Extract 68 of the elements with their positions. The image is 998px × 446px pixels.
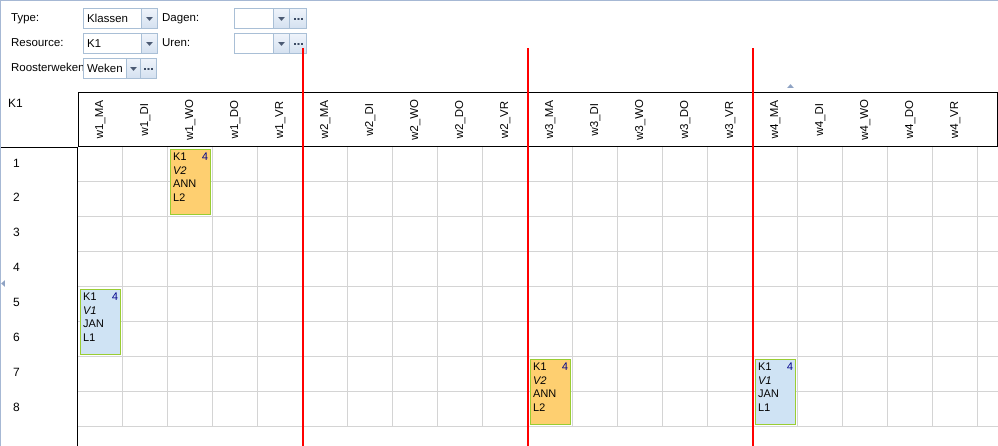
splitter-arrow-icon[interactable] [787, 84, 794, 88]
teacher-code: JAN [83, 318, 105, 332]
period-label: 6 [13, 330, 20, 344]
column-header: w2_MA [318, 100, 332, 139]
field-label: Resource: [10, 36, 64, 51]
class-name: K1 [83, 291, 96, 304]
lesson-block[interactable]: K1 4 V1 JAN L1 [80, 289, 121, 355]
room-code: L1 [758, 402, 772, 415]
column-header: w3_MA [542, 100, 557, 139]
column-header: w2_DI [362, 103, 377, 136]
column-header: w3_VR [722, 100, 737, 138]
column-header: w3_DI [588, 103, 602, 136]
ellipsis-icon[interactable] [289, 9, 306, 28]
student-count: 4 [786, 361, 793, 374]
column-header: w4_WO [858, 99, 872, 140]
dropdown-field[interactable]: K1 [83, 33, 158, 54]
lesson-block[interactable]: K1 4 V1 JAN L1 [755, 359, 796, 425]
column-header: w3_DO [678, 100, 692, 139]
column-header: w4_DI [812, 103, 827, 136]
subject-code: V1 [83, 304, 98, 318]
subject-code: V2 [173, 164, 188, 178]
column-header: w1_DI [138, 103, 152, 136]
student-count: 4 [202, 151, 208, 164]
column-header: w2_VR [498, 100, 512, 138]
period-label: 3 [13, 225, 20, 239]
room-code: L2 [533, 402, 546, 415]
period-label: 1 [13, 156, 20, 170]
class-name: K1 [758, 361, 772, 374]
field-label: Type: [10, 10, 40, 26]
column-header: w4_VR [948, 100, 962, 138]
splitter-arrow-icon[interactable] [1, 280, 5, 287]
column-header: w1_VR [272, 100, 287, 138]
lesson-block[interactable]: K1 4 V2 ANN L2 [170, 149, 211, 215]
period-label: 7 [13, 365, 20, 379]
column-header: w2_WO [408, 99, 422, 140]
column-header: w4_DO [902, 100, 917, 139]
column-header: w1_MA [92, 100, 107, 139]
resource-label: K1 [7, 95, 24, 112]
field-label: Dagen: [161, 10, 200, 26]
field-label: Roosterweken [10, 60, 83, 76]
column-header: w3_WO [632, 99, 647, 140]
ellipsis-icon[interactable] [140, 59, 156, 78]
column-header: w4_MA [768, 100, 782, 139]
room-code: L2 [173, 192, 186, 205]
dropdown-field[interactable] [234, 33, 307, 54]
class-name: K1 [173, 151, 186, 164]
period-label: 8 [13, 400, 20, 414]
class-name: K1 [533, 361, 546, 374]
column-header: w1_WO [182, 99, 197, 140]
period-label: 2 [13, 190, 20, 204]
dropdown-field[interactable]: Klassen [83, 8, 158, 29]
period-label: 4 [13, 260, 20, 274]
ellipsis-icon[interactable] [289, 34, 306, 53]
teacher-code: ANN [533, 388, 558, 402]
room-code: L1 [83, 332, 96, 345]
column-header: w2_DO [452, 100, 467, 139]
student-count: 4 [562, 361, 568, 374]
teacher-code: JAN [758, 388, 780, 402]
field-label: Uren: [161, 36, 192, 51]
lesson-block[interactable]: K1 4 V2 ANN L2 [530, 359, 571, 425]
subject-code: V2 [533, 374, 548, 388]
column-header: w1_DO [228, 100, 242, 139]
period-label: 5 [13, 295, 20, 309]
student-count: 4 [112, 291, 118, 304]
teacher-code: ANN [173, 178, 198, 192]
dropdown-field[interactable] [234, 8, 307, 29]
subject-code: V1 [758, 374, 772, 388]
dropdown-field[interactable]: Weken [83, 58, 157, 79]
